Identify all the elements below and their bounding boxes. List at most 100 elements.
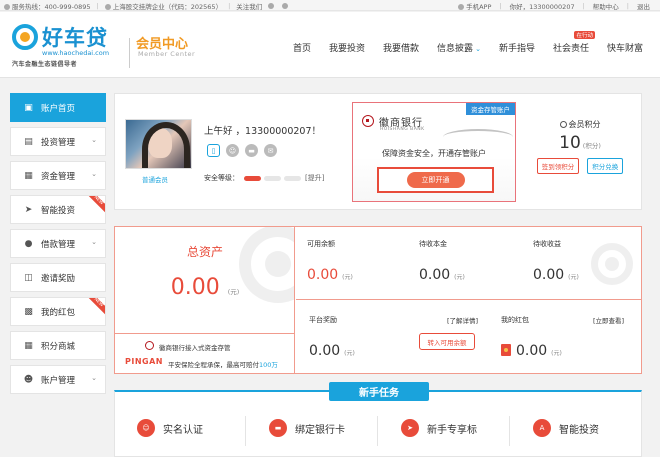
steering-wheel-watermark: [591, 243, 633, 285]
wechat-icon[interactable]: [282, 3, 289, 9]
open-account-button[interactable]: 立即开通: [406, 172, 465, 188]
user-greeting[interactable]: 你好，13300000207: [510, 1, 575, 11]
view-redpacket-link[interactable]: [立即查看]: [593, 315, 624, 325]
task-divider: [377, 416, 378, 446]
app-link[interactable]: 手机APP: [458, 1, 491, 11]
sidebar-item-smart-invest[interactable]: ➤ 智能投资 NEW: [10, 195, 106, 224]
task-realname[interactable]: ☺ 实名认证: [137, 419, 203, 437]
chevron-down-icon: ⌄: [475, 45, 481, 53]
site-header: 好车贷 www.haochedai.com 汽车金融生态链倡导者 会员中心 Me…: [0, 12, 660, 78]
gift-icon: ◫: [24, 272, 33, 283]
redpacket-icon: [501, 344, 511, 356]
chevron-down-icon: ⌄: [91, 374, 97, 382]
bank-custody-box: 资金存管账户 徽商银行 HUISHANG BANK 保障资金安全，开通存管账户 …: [352, 102, 516, 202]
brand-name: 好车贷: [42, 26, 108, 50]
nav-social[interactable]: 社会责任 在行动: [553, 31, 595, 54]
phone-verified-icon[interactable]: ▯: [207, 144, 220, 157]
header-divider: [129, 38, 130, 68]
pending-income: 待收收益 0.00 (元): [533, 240, 579, 283]
stock-icon: [104, 4, 111, 10]
auto-icon: A: [533, 419, 551, 437]
bank-name-en: HUISHANG BANK: [380, 127, 425, 132]
sidebar-item-account-home[interactable]: ▣ 账户首页: [10, 93, 106, 122]
bank-logo-icon: [145, 341, 154, 350]
sidebar-item-account[interactable]: ☻ 账户管理 ⌄: [10, 365, 106, 394]
email-icon[interactable]: ✉: [264, 144, 277, 157]
user-icon: ☻: [23, 374, 34, 385]
help-center-link[interactable]: 帮助中心: [593, 1, 619, 11]
newbie-tasks-title: 新手任务: [329, 382, 429, 401]
invest-icon: ▤: [24, 136, 33, 147]
sidebar: ▣ 账户首页 ▤ 投资管理 ⌄ ▦ 资金管理 ⌄ ➤ 智能投资 NEW ● 借款…: [10, 93, 106, 399]
logo-mark-icon: [12, 24, 38, 50]
phone-icon: [4, 4, 10, 10]
pending-principal: 待收本金 0.00 (元): [419, 240, 465, 283]
weibo-icon[interactable]: [268, 3, 275, 9]
total-assets-value: 0.00 (元): [170, 275, 240, 300]
sidebar-item-loans[interactable]: ● 借款管理 ⌄: [10, 229, 106, 258]
member-level: 普通会员: [142, 176, 168, 184]
nav-disclosure[interactable]: 信息披露 ⌄: [437, 41, 481, 54]
task-newbie-product[interactable]: ➤ 新手专享标: [401, 419, 477, 437]
newbie-tasks: 新手任务 ☺ 实名认证 ▬ 绑定银行卡 ➤ 新手专享标 A 智能投资: [114, 382, 642, 457]
brand-url: www.haochedai.com: [42, 49, 110, 57]
new-ribbon: NEW: [87, 196, 105, 214]
available-balance-value: 0.00 (元): [307, 267, 353, 283]
brand-slogan: 汽车金融生态链倡导者: [12, 61, 78, 68]
transfer-to-balance-button[interactable]: 转入可用余额: [419, 333, 475, 350]
id-verify-icon: ☺: [137, 419, 155, 437]
bank-card-icon: ▬: [269, 419, 287, 437]
available-balance: 可用余额 0.00 (元): [307, 240, 353, 283]
user-icon: [559, 121, 567, 128]
my-redpacket: 我的红包 [立即查看] 0.00 (元): [501, 315, 631, 359]
logout-link[interactable]: 退出: [637, 1, 650, 11]
profile-card: 普通会员 上午好 ，13300000207！ ▯ ☺ ▬ ✉ 安全等级： [提升…: [114, 93, 642, 210]
nav-borrow[interactable]: 我要借款: [383, 41, 419, 54]
points-value: 10 (积分): [559, 133, 601, 153]
avatar[interactable]: [125, 119, 192, 169]
security-bar: [284, 175, 301, 181]
new-ribbon: NEW: [87, 298, 105, 316]
custody-account-tag: 资金存管账户: [466, 103, 515, 115]
sidebar-item-points-mall[interactable]: ▦ 积分商城: [10, 331, 106, 360]
task-divider: [245, 416, 246, 446]
mobile-icon: [458, 4, 465, 10]
mall-icon: ▦: [24, 340, 33, 351]
security-bar: [264, 175, 281, 181]
points-label: 会员积分: [535, 119, 625, 130]
exchange-points-button[interactable]: 积分兑换: [587, 158, 624, 174]
nav-wealth[interactable]: 快车财富: [607, 41, 643, 54]
bank-card-icon[interactable]: ▬: [245, 144, 258, 157]
sidebar-item-invite[interactable]: ◫ 邀请奖励: [10, 263, 106, 292]
task-divider: [509, 416, 510, 446]
main-nav: 首页 我要投资 我要借款 信息披露 ⌄ 新手指导 社会责任 在行动 快车财富: [293, 31, 643, 54]
sidebar-item-invest[interactable]: ▤ 投资管理 ⌄: [10, 127, 106, 156]
member-points: 会员积分 10 (积分) 签到领积分 积分兑换: [535, 119, 625, 174]
total-assets-section: 总资产 0.00 (元) 徽商银行接入式资金存管 PINGAN 平安保险全程承保，…: [115, 227, 295, 373]
listed-company-text: 上海股交挂牌企业（代码：202565）: [104, 1, 222, 11]
nav-guide[interactable]: 新手指导: [499, 41, 535, 54]
greeting-text: 上午好 ，13300000207！: [204, 126, 322, 137]
upgrade-security-link[interactable]: [提升]: [305, 173, 324, 183]
follow-us-link[interactable]: 关注我们: [236, 1, 262, 11]
loan-icon: ●: [24, 238, 33, 249]
signin-points-button[interactable]: 签到领积分: [536, 158, 580, 174]
sidebar-item-redpacket[interactable]: ▩ 我的红包 NEW: [10, 297, 106, 326]
nav-home[interactable]: 首页: [293, 41, 311, 54]
monitor-icon: ▣: [24, 102, 33, 113]
reward-details-link[interactable]: [了解详情]: [447, 315, 478, 325]
task-bind-card[interactable]: ▬ 绑定银行卡: [269, 419, 345, 437]
custody-description: 保障资金安全，开通存管账户: [382, 149, 486, 158]
security-bar: [244, 175, 261, 181]
nav-invest[interactable]: 我要投资: [329, 41, 365, 54]
id-card-icon[interactable]: ☺: [226, 144, 239, 157]
site-logo[interactable]: 好车贷 www.haochedai.com 汽车金融生态链倡导者: [12, 22, 124, 72]
funds-icon: ▦: [24, 170, 33, 181]
building-roof-icon: [443, 129, 513, 145]
hotline-text: 服务热线：400-999-0895: [4, 1, 91, 11]
sidebar-item-funds[interactable]: ▦ 资金管理 ⌄: [10, 161, 106, 190]
bank-logo-icon: [362, 115, 374, 127]
task-smart-invest[interactable]: A 智能投资: [533, 419, 599, 437]
insurance-line: 平安保险全程承保，最高可赔付100万: [168, 361, 278, 369]
redpacket-value: 0.00 (元): [501, 343, 631, 359]
